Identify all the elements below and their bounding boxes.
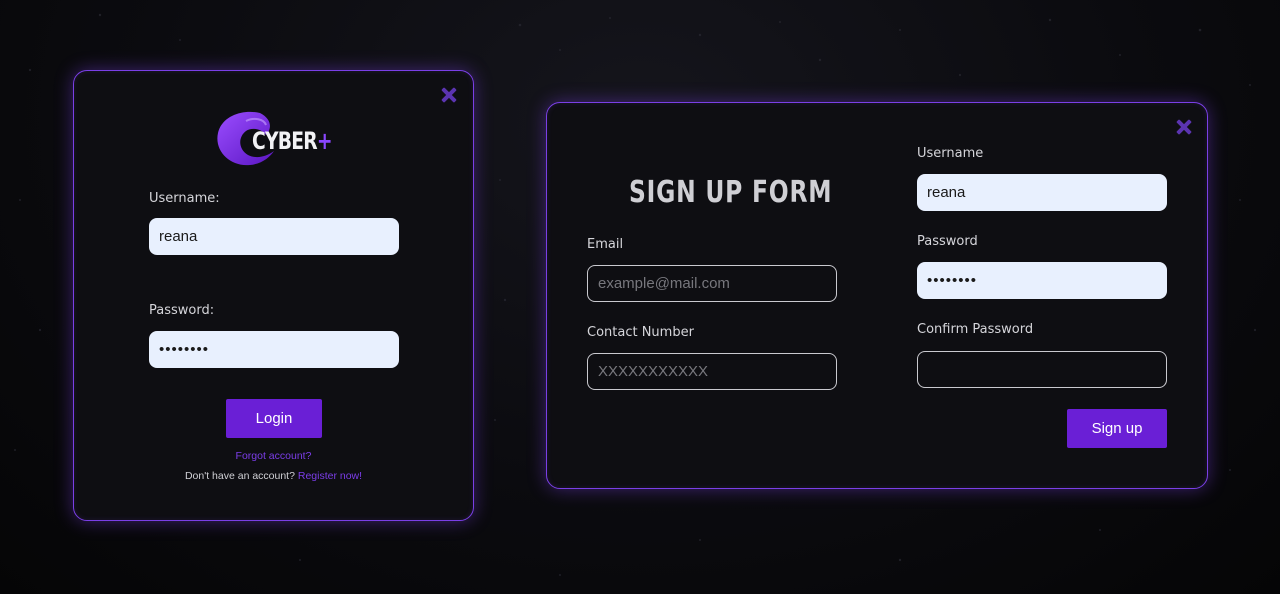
register-link[interactable]: Register now! <box>298 470 362 482</box>
username-input[interactable] <box>149 218 399 255</box>
forgot-row: Forgot account? <box>74 450 473 462</box>
signup-title: SIGN UP FORM <box>629 175 833 210</box>
contact-label: Contact Number <box>587 325 694 340</box>
signup-password-input[interactable] <box>917 262 1167 299</box>
password-label: Password: <box>149 303 215 318</box>
signup-password-label: Password <box>917 234 978 249</box>
password-input[interactable] <box>149 331 399 368</box>
signup-username-input[interactable] <box>917 174 1167 211</box>
no-account-text: Don't have an account? <box>184 470 295 482</box>
close-icon[interactable] <box>440 86 458 104</box>
logo-text: CYBER+ <box>252 127 333 155</box>
username-label: Username: <box>149 191 220 206</box>
login-button[interactable]: Login <box>226 399 322 438</box>
register-row: Don't have an account? Register now! <box>74 470 473 482</box>
email-label: Email <box>587 237 624 252</box>
logo-plus: + <box>316 127 333 155</box>
forgot-account-link[interactable]: Forgot account? <box>236 450 312 462</box>
cyber-logo: CYBER+ <box>216 107 336 171</box>
confirm-password-input[interactable] <box>917 351 1167 388</box>
signup-panel: SIGN UP FORM Email Contact Number Userna… <box>546 102 1208 489</box>
contact-input[interactable] <box>587 353 837 390</box>
login-panel: CYBER+ Username: Password: Login Forgot … <box>73 70 474 521</box>
signup-username-label: Username <box>917 146 984 161</box>
close-icon[interactable] <box>1175 118 1193 136</box>
signup-button[interactable]: Sign up <box>1067 409 1167 448</box>
confirm-password-label: Confirm Password <box>917 322 1034 337</box>
email-input[interactable] <box>587 265 837 302</box>
